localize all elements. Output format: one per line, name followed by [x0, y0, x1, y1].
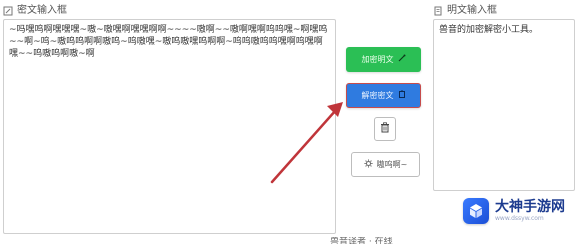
trash-icon: [380, 122, 390, 136]
document-icon: [433, 6, 443, 16]
logo-title: 大神手游网: [495, 199, 565, 215]
edit-icon: [3, 6, 13, 16]
plaintext-textarea[interactable]: 兽音的加密解密小工具。: [433, 19, 575, 191]
plaintext-content: 兽音的加密解密小工具。: [439, 25, 539, 35]
settings-button[interactable]: 嗷呜啊~: [351, 152, 420, 177]
ciphertext-label-text: 密文输入框: [17, 5, 67, 16]
decrypt-button[interactable]: 解密密文: [346, 83, 421, 108]
gear-icon: [364, 158, 373, 171]
clear-button[interactable]: [374, 117, 396, 141]
ciphertext-label: 密文输入框: [3, 5, 67, 17]
logo-subtitle: www.dssyw.com: [495, 215, 544, 222]
ciphertext-content: ~吗嘿呜啊嘿嘿嘿~嗷~嗷嘿啊嘿嘿啊啊~~~~嗷啊~~嗷啊嘿啊呜呜嘿~啊嘿呜~~啊…: [9, 25, 328, 59]
footer-text: 兽音译者 · 在线: [330, 237, 393, 244]
decrypt-button-label: 解密密文: [361, 90, 394, 100]
settings-button-label: 嗷呜啊~: [376, 159, 408, 169]
plaintext-label: 明文输入框: [433, 5, 497, 17]
cube-logo-icon: [463, 198, 489, 224]
clipboard-icon: [398, 90, 406, 101]
encrypt-button[interactable]: 加密明文: [346, 47, 421, 72]
magic-wand-icon: [398, 54, 406, 65]
encrypt-button-label: 加密明文: [361, 54, 394, 64]
ciphertext-textarea[interactable]: ~吗嘿呜啊嘿嘿嘿~嗷~嗷嘿啊嘿嘿啊啊~~~~嗷啊~~嗷啊嘿啊呜呜嘿~啊嘿呜~~啊…: [3, 19, 336, 234]
site-logo: 大神手游网 www.dssyw.com: [463, 190, 573, 232]
plaintext-label-text: 明文输入框: [447, 5, 497, 16]
